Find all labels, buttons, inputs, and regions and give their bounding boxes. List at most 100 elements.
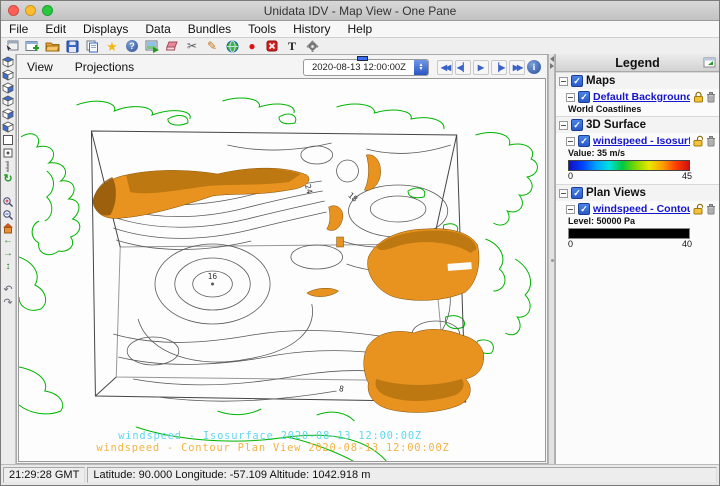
background-maps-link[interactable]: Default Background Maps	[593, 91, 690, 103]
3d-surface-checkbox[interactable]	[571, 119, 583, 131]
black-colorbar[interactable]	[568, 228, 690, 239]
perspective-view-icon[interactable]	[2, 134, 15, 146]
step-back-button[interactable]	[455, 60, 471, 75]
zoom-out-icon[interactable]	[2, 209, 15, 221]
save-bundle-icon[interactable]	[64, 39, 80, 54]
menu-tools[interactable]: Tools	[248, 22, 276, 36]
plan-views-checkbox[interactable]	[571, 187, 583, 199]
lock-closed-icon[interactable]	[693, 91, 704, 103]
vertical-scale-icon[interactable]	[2, 160, 15, 172]
title-bar: Unidata IDV - Map View - One Pane	[1, 1, 719, 21]
3d-surface-section-label: 3D Surface	[586, 119, 646, 131]
rotate-top-view-icon[interactable]	[2, 56, 15, 68]
legend-section-maps: Maps	[556, 72, 719, 89]
time-select-dropdown[interactable]: 2020-08-13 12:00:00Z ▲▼	[303, 59, 429, 76]
pan-vertical-icon[interactable]: ↕	[2, 261, 15, 273]
legend-item-isosurface: windspeed - Isosurface	[556, 133, 719, 148]
open-bundle-icon[interactable]	[44, 39, 60, 54]
projection-icon[interactable]	[224, 39, 240, 54]
capture-image-icon[interactable]	[144, 39, 160, 54]
time-spinner[interactable]: ▲▼	[414, 60, 428, 75]
go-to-start-button[interactable]	[437, 60, 453, 75]
collapse-contour-plan-icon[interactable]	[566, 205, 575, 214]
rainbow-colorbar[interactable]	[568, 160, 690, 171]
collapse-maps-icon[interactable]	[559, 77, 568, 86]
pan-right-icon[interactable]: →	[2, 248, 15, 260]
play-button[interactable]	[473, 60, 489, 75]
lock-open-icon[interactable]	[693, 135, 704, 147]
redo-icon[interactable]: ↷	[2, 297, 15, 309]
save-as-icon[interactable]	[84, 39, 100, 54]
rotate-east-view-icon[interactable]	[2, 95, 15, 107]
rotate-north-view-icon[interactable]	[2, 82, 15, 94]
isosurface-checkbox[interactable]	[578, 135, 590, 147]
colorbar-max: 40	[682, 239, 692, 249]
menu-bar: File Edit Displays Data Bundles Tools Hi…	[1, 21, 719, 38]
rotate-west-view-icon[interactable]	[2, 121, 15, 133]
auto-rotate-icon[interactable]: ↻	[2, 173, 15, 185]
trash-icon[interactable]	[706, 91, 716, 103]
idv-window: Unidata IDV - Map View - One Pane File E…	[0, 0, 720, 486]
isosurface-display-label: windspeed - Isosurface 2020-08-13 12:00:…	[118, 430, 422, 442]
favorites-icon[interactable]: ★	[104, 39, 120, 54]
step-forward-button[interactable]	[491, 60, 507, 75]
menu-help[interactable]: Help	[347, 22, 372, 36]
zoom-in-icon[interactable]	[2, 196, 15, 208]
menu-history[interactable]: History	[293, 22, 330, 36]
window-title: Unidata IDV - Map View - One Pane	[264, 4, 457, 18]
menu-bundles[interactable]: Bundles	[188, 22, 231, 36]
collapse-plan-views-icon[interactable]	[559, 189, 568, 198]
float-legend-icon[interactable]	[703, 57, 716, 71]
animation-properties-icon[interactable]: i	[527, 60, 541, 74]
collapse-right-icon[interactable]	[550, 63, 554, 69]
help-icon[interactable]: ?	[124, 39, 140, 54]
collapse-3d-surface-icon[interactable]	[559, 121, 568, 130]
rotate-bottom-view-icon[interactable]	[2, 69, 15, 81]
edit-icon[interactable]: ✎	[204, 39, 220, 54]
delete-icon[interactable]	[264, 39, 280, 54]
home-icon[interactable]	[2, 222, 15, 234]
isosurface-link[interactable]: windspeed - Isosurface	[593, 135, 690, 147]
erase-icon[interactable]	[164, 39, 180, 54]
menu-data[interactable]: Data	[145, 22, 170, 36]
text-note-icon[interactable]: T	[284, 39, 300, 54]
menu-projections[interactable]: Projections	[75, 60, 134, 74]
menu-displays[interactable]: Displays	[83, 22, 128, 36]
trash-icon[interactable]	[706, 135, 716, 147]
rotate-south-view-icon[interactable]	[2, 108, 15, 120]
minimize-window-button[interactable]	[25, 5, 36, 16]
cut-icon[interactable]: ✂	[184, 39, 200, 54]
close-window-button[interactable]	[8, 5, 19, 16]
new-window-icon[interactable]	[24, 39, 40, 54]
splitter-collapse-arrows	[549, 56, 554, 69]
go-to-end-button[interactable]	[509, 60, 525, 75]
lock-open-icon[interactable]	[693, 203, 704, 215]
show-dashboard-icon[interactable]	[4, 39, 20, 54]
menu-view[interactable]: View	[27, 60, 53, 74]
undo-icon[interactable]: ↶	[2, 284, 15, 296]
collapse-isosurface-icon[interactable]	[566, 137, 575, 146]
contour-plan-checkbox[interactable]	[578, 203, 590, 215]
plan-views-section-label: Plan Views	[586, 187, 646, 199]
panel-splitter[interactable]	[548, 54, 555, 464]
main-toolbar: ★ ? ✂ ✎ ● T	[1, 38, 719, 54]
viewpoint-dialog-icon[interactable]	[2, 147, 15, 159]
contour-value-label: 8	[338, 384, 344, 394]
splitter-handle[interactable]	[551, 259, 554, 262]
menu-edit[interactable]: Edit	[45, 22, 66, 36]
isosurface-fragment	[337, 237, 344, 247]
settings-icon[interactable]	[304, 39, 320, 54]
collapse-left-icon[interactable]	[550, 56, 554, 62]
menu-file[interactable]: File	[9, 22, 28, 36]
trash-icon[interactable]	[706, 203, 716, 215]
legend-item-contour-plan: windspeed - Contour Pl...	[556, 201, 719, 216]
pan-left-icon[interactable]: ←	[2, 235, 15, 247]
background-maps-checkbox[interactable]	[578, 91, 590, 103]
record-icon[interactable]: ●	[244, 39, 260, 54]
cursor-position-field: Latitude: 90.000 Longitude: -57.109 Alti…	[87, 467, 717, 483]
collapse-background-maps-icon[interactable]	[566, 93, 575, 102]
map-3d-canvas[interactable]: 24 18 16 16 8	[18, 78, 546, 462]
contour-plan-link[interactable]: windspeed - Contour Pl...	[593, 203, 690, 215]
maps-checkbox[interactable]	[571, 75, 583, 87]
zoom-window-button[interactable]	[42, 5, 53, 16]
